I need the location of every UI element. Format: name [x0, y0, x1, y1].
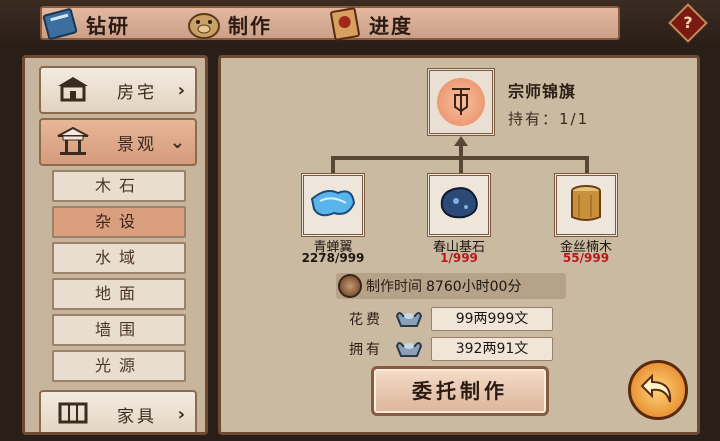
tab-progress-label: 进度: [369, 13, 413, 38]
help-icon: ?: [683, 13, 693, 32]
tab-crafting[interactable]: 制作: [182, 4, 272, 44]
pavilion-icon: [55, 126, 91, 158]
material-slot-1[interactable]: [301, 173, 365, 237]
owned-label: 拥有: [349, 342, 383, 358]
material-slot-2[interactable]: [427, 173, 491, 237]
blue-silk-icon: [308, 181, 358, 229]
furniture-icon: [55, 398, 91, 430]
tab-research[interactable]: 钻研: [40, 4, 130, 44]
banner-icon: [437, 78, 485, 126]
crafting-panel: 宗师锦旗 持有：1/1 青蝉翼 2278/999 春山基石 1/999 金丝楠木…: [218, 55, 700, 435]
product-slot[interactable]: [427, 68, 495, 136]
top-bar: 钻研 制作 进度 ?: [0, 0, 720, 46]
subcategory-lights[interactable]: 光源: [52, 350, 186, 382]
category-sidebar: 房宅 › 景观 ⌄ 木石 杂设 水域 地面 墙围 光源 家具 ›: [22, 55, 208, 435]
product-holding: 持有：1/1: [508, 108, 589, 129]
chevron-right-icon: ›: [177, 80, 185, 101]
category-landscape[interactable]: 景观 ⌄: [39, 118, 197, 166]
category-houses[interactable]: 房宅 ›: [39, 66, 197, 114]
back-arrow-icon: [638, 368, 678, 412]
craft-time-label: 制作时间: [366, 279, 422, 295]
craft-time-value: 8760小时00分: [426, 279, 522, 295]
owned-row: 拥有 392两91文: [349, 336, 553, 362]
subcategory-walls[interactable]: 墙围: [52, 314, 186, 346]
material-count-2: 1/999: [440, 251, 478, 265]
silver-ingot-icon: [395, 338, 423, 360]
tree-connector: [585, 156, 589, 174]
subcategory-water[interactable]: 水域: [52, 242, 186, 274]
cost-row: 花费 99两999文: [349, 306, 553, 332]
tree-connector: [459, 156, 463, 174]
chevron-right-icon: ›: [177, 404, 185, 425]
material-count-3: 55/999: [562, 251, 610, 265]
chevron-down-icon: ⌄: [169, 132, 185, 153]
category-furniture-label: 家具: [117, 406, 157, 427]
holding-value: 1/1: [559, 110, 590, 128]
owned-value: 392两91文: [431, 337, 553, 361]
category-landscape-label: 景观: [117, 134, 157, 155]
tab-progress[interactable]: 进度: [323, 4, 413, 44]
category-furniture[interactable]: 家具 ›: [39, 390, 197, 432]
back-button[interactable]: [628, 360, 688, 420]
tree-connector: [331, 156, 335, 174]
subcategory-wood-stone[interactable]: 木石: [52, 170, 186, 202]
tab-crafting-label: 制作: [228, 13, 272, 38]
scroll-icon: [323, 5, 367, 43]
material-count-1: 2278/999: [301, 251, 365, 265]
help-button[interactable]: ?: [668, 3, 708, 43]
blue-stone-icon: [434, 181, 484, 229]
cost-label: 花费: [349, 312, 383, 328]
subcategory-misc[interactable]: 杂设: [52, 206, 186, 238]
cost-value: 99两999文: [431, 307, 553, 331]
product-name: 宗师锦旗: [508, 82, 577, 101]
subcategory-ground[interactable]: 地面: [52, 278, 186, 310]
holding-label: 持有：: [508, 110, 560, 128]
wood-stump-icon: [561, 181, 611, 229]
pig-icon: [182, 5, 226, 43]
commission-craft-button[interactable]: 委托制作: [371, 366, 549, 416]
clock-icon: [338, 274, 362, 298]
category-houses-label: 房宅: [117, 82, 157, 103]
craft-time-row: 制作时间 8760小时00分: [336, 273, 566, 299]
material-slot-3[interactable]: [554, 173, 618, 237]
book-icon: [40, 5, 84, 43]
silver-ingot-icon: [395, 308, 423, 330]
game-window: 钻研 制作 进度 ? 房宅 › 景观 ⌄ 木石 杂设 水域 地面 墙围 光源 家…: [0, 0, 720, 441]
tab-research-label: 钻研: [86, 13, 130, 38]
house-icon: [55, 74, 91, 106]
